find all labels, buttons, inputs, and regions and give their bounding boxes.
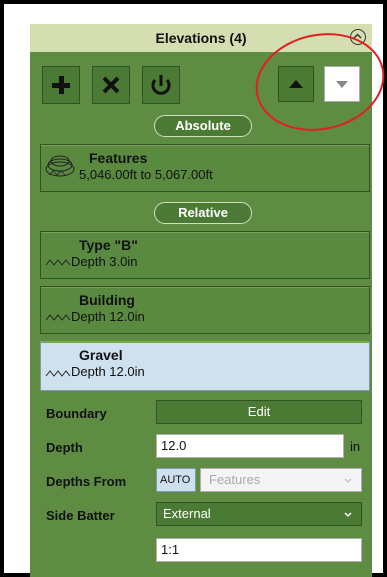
boundary-label: Boundary <box>46 406 107 421</box>
elevation-item-building[interactable]: Building Depth 12.0in <box>40 286 370 334</box>
edit-boundary-button[interactable]: Edit <box>156 400 362 424</box>
layer-icon <box>45 370 71 377</box>
depths-from-value: Features <box>209 472 261 487</box>
depth-unit: in <box>350 439 361 454</box>
auto-toggle[interactable]: AUTO <box>156 468 196 492</box>
chevron-down-icon <box>344 478 352 483</box>
elevation-item-features[interactable]: Features 5,046.00ft to 5,067.00ft <box>40 144 370 192</box>
side-batter-label: Side Batter <box>46 508 115 523</box>
elevation-item-type-b[interactable]: Type "B" Depth 3.0in <box>40 231 370 279</box>
delete-button[interactable] <box>92 66 130 104</box>
item-sub: Depth 12.0in <box>71 364 145 379</box>
panel-title: Elevations (4) <box>155 30 247 46</box>
depth-label: Depth <box>46 440 83 455</box>
item-name: Building <box>79 292 135 308</box>
item-name: Gravel <box>79 347 123 363</box>
side-batter-select[interactable]: External <box>156 502 362 526</box>
relative-section-label: Relative <box>154 202 252 224</box>
depths-from-label: Depths From <box>46 474 127 489</box>
terrain-icon <box>45 155 75 177</box>
side-batter-value: External <box>163 506 211 521</box>
power-icon <box>151 75 171 95</box>
depth-input[interactable]: 12.0 <box>156 434 344 458</box>
add-button[interactable] <box>42 66 80 104</box>
plus-icon <box>52 76 70 94</box>
x-icon <box>102 76 120 94</box>
power-button[interactable] <box>142 66 180 104</box>
item-sub: Depth 12.0in <box>71 309 145 324</box>
layer-icon <box>45 314 71 321</box>
item-name: Features <box>89 150 148 166</box>
elevation-item-gravel[interactable]: Gravel Depth 12.0in <box>40 341 370 391</box>
absolute-section-label: Absolute <box>154 115 252 137</box>
ratio-input[interactable]: 1:1 <box>156 538 362 562</box>
layer-icon <box>45 259 71 266</box>
depths-from-select[interactable]: Features <box>200 468 362 492</box>
item-sub: Depth 3.0in <box>71 254 138 269</box>
item-name: Type "B" <box>79 237 138 253</box>
item-sub: 5,046.00ft to 5,067.00ft <box>79 167 213 182</box>
chevron-down-icon <box>344 512 352 518</box>
properties-form: Boundary Edit Depth 12.0 in Depths From … <box>40 394 372 577</box>
